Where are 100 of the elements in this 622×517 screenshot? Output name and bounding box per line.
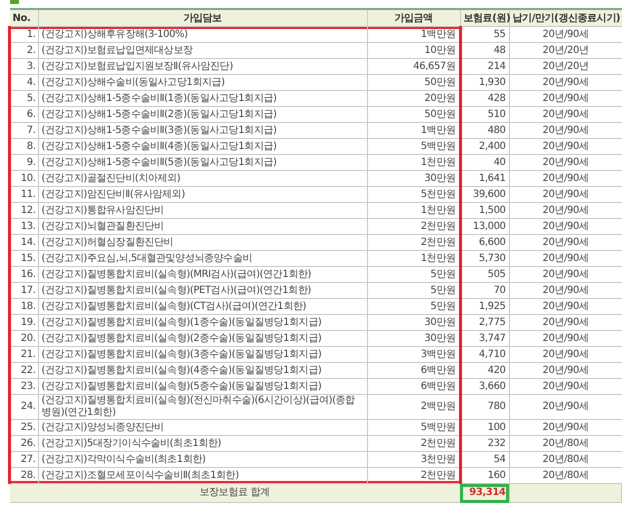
term-cell: 20년/90세 xyxy=(509,282,622,298)
premium-cell: 3,660 xyxy=(460,378,509,394)
row-number: 15. xyxy=(10,250,38,266)
term-cell: 20년/90세 xyxy=(509,218,622,234)
coverage-cell: (건강고지)상해1-5종수술비Ⅱ(3종)(동일사고당1회지급) xyxy=(38,122,367,138)
term-cell: 20년/90세 xyxy=(509,330,622,346)
term-cell: 20년/90세 xyxy=(509,138,622,154)
amount-cell: 2천만원 xyxy=(367,436,460,452)
premium-cell: 1,500 xyxy=(460,202,509,218)
premium-cell: 780 xyxy=(460,394,509,420)
coverage-cell: (건강고지)골절진단비(치아제외) xyxy=(38,170,367,186)
coverage-cell: (건강고지)상해1-5종수술비Ⅱ(2종)(동일사고당1회지급) xyxy=(38,106,367,122)
coverage-cell: (건강고지)질병통합치료비(실속형)(MRI검사)(급여)(연간1회한) xyxy=(38,266,367,282)
row-number: 26. xyxy=(10,436,38,452)
term-cell: 20년/90세 xyxy=(509,202,622,218)
row-number: 7. xyxy=(10,122,38,138)
row-number: 4. xyxy=(10,74,38,90)
row-number: 10. xyxy=(10,170,38,186)
amount-cell: 46,657원 xyxy=(367,58,460,74)
premium-cell: 54 xyxy=(460,452,509,468)
premium-cell: 3,747 xyxy=(460,330,509,346)
premium-cell: 13,000 xyxy=(460,218,509,234)
amount-cell: 1백만원 xyxy=(367,122,460,138)
term-cell: 20년/90세 xyxy=(509,298,622,314)
premium-cell: 39,600 xyxy=(460,186,509,202)
amount-header: 가입금액 xyxy=(367,9,460,26)
no-header: No. xyxy=(10,9,38,26)
amount-cell: 6백만원 xyxy=(367,378,460,394)
coverage-cell: (건강고지)암진단비Ⅱ(유사암제외) xyxy=(38,186,367,202)
row-number: 17. xyxy=(10,282,38,298)
premium-cell: 1,930 xyxy=(460,74,509,90)
premium-cell: 48 xyxy=(460,42,509,58)
amount-cell: 3백만원 xyxy=(367,346,460,362)
premium-cell: 2,775 xyxy=(460,314,509,330)
term-cell: 20년/90세 xyxy=(509,346,622,362)
amount-cell: 2천만원 xyxy=(367,218,460,234)
coverage-cell: (건강고지)질병통합치료비(실속형)(전신마취수술)(6시간이상)(급여)(종합병원)(연간1회한) xyxy=(38,394,367,420)
term-cell: 20년/80세 xyxy=(509,436,622,452)
row-number: 5. xyxy=(10,90,38,106)
term-cell: 20년/90세 xyxy=(509,106,622,122)
row-number: 8. xyxy=(10,138,38,154)
term-cell: 20년/90세 xyxy=(509,314,622,330)
amount-cell: 50만원 xyxy=(367,74,460,90)
row-number: 22. xyxy=(10,362,38,378)
coverage-cell: (건강고지)상해1-5종수술비Ⅱ(5종)(동일사고당1회지급) xyxy=(38,154,367,170)
coverage-cell: (건강고지)보험료납입지원보장Ⅱ(유사암진단) xyxy=(38,58,367,74)
amount-cell: 5만원 xyxy=(367,266,460,282)
term-cell: 20년/20년 xyxy=(509,42,622,58)
term-cell: 20년/90세 xyxy=(509,170,622,186)
coverage-cell: (건강고지)질병통합치료비(실속형)(PET검사)(급여)(연간1회한) xyxy=(38,282,367,298)
amount-cell: 20만원 xyxy=(367,90,460,106)
amount-cell: 5천만원 xyxy=(367,186,460,202)
premium-cell: 1,925 xyxy=(460,298,509,314)
premium-cell: 100 xyxy=(460,420,509,436)
term-cell: 20년/90세 xyxy=(509,186,622,202)
row-number: 27. xyxy=(10,452,38,468)
coverage-cell: (건강고지)5대장기이식수술비(최초1회한) xyxy=(38,436,367,452)
amount-cell: 5만원 xyxy=(367,298,460,314)
premium-cell: 232 xyxy=(460,436,509,452)
coverage-cell: (건강고지)보험료납입면제대상보장 xyxy=(38,42,367,58)
row-number: 23. xyxy=(10,378,38,394)
amount-cell: 30만원 xyxy=(367,330,460,346)
term-cell: 20년/80세 xyxy=(509,452,622,468)
coverage-cell: (건강고지)질병통합치료비(실속형)(5종수술)(동일질병당1회지급) xyxy=(38,378,367,394)
coverage-cell: (건강고지)각막이식수술비(최초1회한) xyxy=(38,452,367,468)
amount-cell: 1백만원 xyxy=(367,26,460,42)
amount-cell: 5만원 xyxy=(367,282,460,298)
term-cell: 20년/90세 xyxy=(509,154,622,170)
amount-cell: 10만원 xyxy=(367,42,460,58)
term-cell: 20년/90세 xyxy=(509,90,622,106)
premium-cell: 4,710 xyxy=(460,346,509,362)
coverage-cell: (건강고지)통합유사암진단비 xyxy=(38,202,367,218)
premium-cell: 505 xyxy=(460,266,509,282)
premium-header: 보험료(원) xyxy=(460,9,509,26)
row-number: 9. xyxy=(10,154,38,170)
row-number: 3. xyxy=(10,58,38,74)
term-cell: 20년/90세 xyxy=(509,394,622,420)
amount-cell: 50만원 xyxy=(367,106,460,122)
coverage-cell: (건강고지)질병통합치료비(실속형)(2종수술)(동일질병당1회지급) xyxy=(38,330,367,346)
row-number: 25. xyxy=(10,420,38,436)
coverage-cell: (건강고지)질병통합치료비(실속형)(3종수술)(동일질병당1회지급) xyxy=(38,346,367,362)
premium-cell: 2,400 xyxy=(460,138,509,154)
premium-cell: 40 xyxy=(460,154,509,170)
premium-cell: 510 xyxy=(460,106,509,122)
row-number: 14. xyxy=(10,234,38,250)
row-number: 12. xyxy=(10,202,38,218)
row-number: 6. xyxy=(10,106,38,122)
coverage-cell: (건강고지)상해후유장해(3-100%) xyxy=(38,26,367,42)
amount-cell: 1천만원 xyxy=(367,250,460,266)
row-number: 11. xyxy=(10,186,38,202)
coverage-cell: (건강고지)질병통합치료비(실속형)(4종수술)(동일질병당1회지급) xyxy=(38,362,367,378)
amount-cell: 5백만원 xyxy=(367,420,460,436)
premium-cell: 428 xyxy=(460,90,509,106)
row-number: 20. xyxy=(10,330,38,346)
coverage-cell: (건강고지)상해1-5종수술비Ⅱ(1종)(동일사고당1회지급) xyxy=(38,90,367,106)
premium-cell: 55 xyxy=(460,26,509,42)
coverage-cell: (건강고지)질병통합치료비(실속형)(CT검사)(급여)(연간1회한) xyxy=(38,298,367,314)
term-cell: 20년/90세 xyxy=(509,234,622,250)
amount-cell: 2백만원 xyxy=(367,394,460,420)
amount-cell: 5백만원 xyxy=(367,138,460,154)
